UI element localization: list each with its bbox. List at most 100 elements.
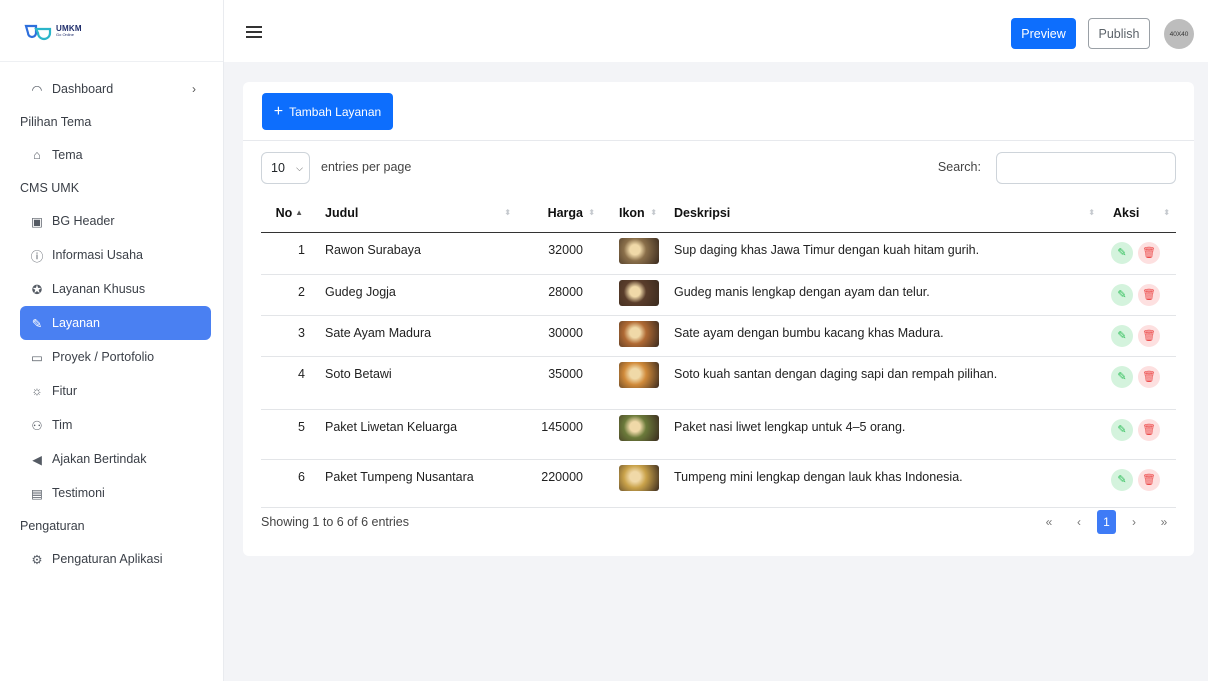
column-header-label: No	[275, 206, 293, 221]
cell-deskripsi: Soto kuah santan dengan daging sapi dan …	[659, 356, 1101, 410]
sidebar-item-ajakan-bertindak[interactable]: ◀ Ajakan Bertindak	[0, 442, 224, 476]
sort-icon: ⬍	[650, 208, 657, 218]
cell-deskripsi: Sate ayam dengan bumbu kacang khas Madur…	[659, 315, 1101, 357]
sort-icon: ⬍	[1163, 208, 1170, 218]
sidebar-item-label: BG Header	[52, 214, 115, 228]
cell-judul: Soto Betawi	[307, 356, 517, 410]
sidebar-item-label: Testimoni	[52, 486, 105, 500]
sidebar-item-fitur[interactable]: ☼ Fitur	[0, 374, 224, 408]
food-image	[619, 361, 659, 388]
table-row: 5 Paket Liwetan Keluarga 145000 Paket nasi …	[261, 409, 1176, 460]
edit-icon[interactable]: ✎	[1111, 241, 1133, 264]
topbar: Preview Publish 40X40	[224, 0, 1208, 62]
sidebar-item-label: Layanan	[52, 316, 100, 330]
cell-no: 4	[261, 356, 307, 410]
cell-no: 2	[261, 274, 307, 316]
column-header-ikon[interactable]: Ikon ⬍	[601, 195, 659, 233]
sidebar-item-bg-header[interactable]: ▣ BG Header	[0, 204, 224, 238]
wrench-icon: ✎	[31, 316, 43, 331]
first-page-icon[interactable]: «	[1037, 510, 1061, 534]
next-page-icon[interactable]: ›	[1122, 510, 1146, 534]
sidebar-item-layanan[interactable]: ✎ Layanan	[20, 306, 211, 340]
sidebar-section-heading: Pilihan Tema	[20, 115, 92, 129]
entries-per-page-select[interactable]: 10 ⌵	[261, 152, 310, 184]
card-header: + Tambah Layanan	[243, 82, 1194, 141]
trash-icon[interactable]: 🗑	[1138, 365, 1160, 388]
trash-icon[interactable]: 🗑	[1138, 324, 1160, 347]
column-header-aksi[interactable]: Aksi ⬍	[1101, 195, 1176, 233]
sidebar-item-label: Ajakan Bertindak	[52, 452, 147, 466]
sidebar-item-proyek-portofolio[interactable]: ▭ Proyek / Portofolio	[0, 340, 224, 374]
cell-deskripsi: Gudeg manis lengkap dengan ayam dan telu…	[659, 274, 1101, 316]
cell-harga: 35000	[517, 356, 601, 410]
entries-per-page-label: entries per page	[321, 160, 412, 174]
cell-deskripsi: Tumpeng mini lengkap dengan lauk khas In…	[659, 459, 1101, 508]
brand-logo[interactable]: UMKM Go Online	[0, 0, 223, 62]
cell-judul: Paket Tumpeng Nusantara	[307, 459, 517, 508]
sidebar-item-informasi-usaha[interactable]: ⓘ Informasi Usaha	[0, 238, 224, 272]
sidebar-item-tim[interactable]: ⚇ Tim	[0, 408, 224, 442]
trash-icon[interactable]: 🗑	[1138, 418, 1160, 441]
column-header-harga[interactable]: Harga ⬍	[517, 195, 601, 233]
preview-button[interactable]: Preview	[1011, 18, 1076, 49]
search-label: Search:	[937, 160, 981, 174]
image-icon: ▣	[31, 214, 43, 229]
sidebar-item-dashboard[interactable]: ◠ Dashboard ›	[0, 72, 224, 106]
star-circle-icon: ✪	[31, 282, 43, 297]
layanan-table: No ▲ Judul ⬍ Harga ⬍ Ikon ⬍ Deskripsi ⬍ Aksi ⬍…	[261, 195, 1176, 508]
column-header-judul[interactable]: Judul ⬍	[307, 195, 517, 233]
edit-icon[interactable]: ✎	[1111, 468, 1133, 491]
table-row: 3 Sate Ayam Madura 30000 Sate ayam dengan b…	[261, 315, 1176, 357]
cell-harga: 28000	[517, 274, 601, 316]
cell-ikon	[601, 459, 659, 508]
trash-icon[interactable]: 🗑	[1138, 241, 1160, 264]
food-image	[619, 320, 659, 347]
menu-toggle-icon[interactable]	[246, 26, 262, 38]
column-header-label: Aksi	[1113, 206, 1140, 221]
sun-icon: ☼	[31, 384, 43, 398]
entries-per-page-value: 10	[271, 161, 285, 175]
avatar[interactable]: 40X40	[1164, 19, 1194, 49]
cell-harga: 30000	[517, 315, 601, 357]
sidebar-item-label: Tema	[52, 148, 83, 162]
prev-page-icon[interactable]: ‹	[1067, 510, 1091, 534]
sidebar-item-label: Layanan Khusus	[52, 282, 146, 296]
edit-icon[interactable]: ✎	[1111, 324, 1133, 347]
brand-sub: Go Online	[56, 31, 75, 37]
sidebar: UMKM Go Online ◠ Dashboard › Pilihan Tema ⌂ T…	[0, 0, 224, 681]
sidebar-nav: ◠ Dashboard › Pilihan Tema ⌂ Tema CMS UMK ▣ BG H…	[0, 72, 224, 576]
table-header-row: No ▲ Judul ⬍ Harga ⬍ Ikon ⬍ Deskripsi ⬍ Aksi ⬍	[261, 195, 1176, 233]
column-header-deskripsi[interactable]: Deskripsi ⬍	[659, 195, 1101, 233]
last-page-icon[interactable]: »	[1152, 510, 1176, 534]
page-1-button[interactable]: 1	[1097, 510, 1116, 534]
sidebar-item-layanan-khusus[interactable]: ✪ Layanan Khusus	[0, 272, 224, 306]
sidebar-item-pengaturan-aplikasi[interactable]: ⚙ Pengaturan Aplikasi	[0, 542, 224, 576]
cell-no: 6	[261, 459, 307, 508]
sidebar-item-testimoni[interactable]: ▤ Testimoni	[0, 476, 224, 510]
chevron-right-icon: ›	[192, 82, 196, 96]
sort-icon: ⬍	[1088, 208, 1095, 218]
sidebar-item-tema[interactable]: ⌂ Tema	[0, 138, 224, 172]
edit-icon[interactable]: ✎	[1111, 365, 1133, 388]
sort-icon: ⬍	[588, 208, 595, 218]
add-layanan-button[interactable]: + Tambah Layanan	[262, 93, 393, 130]
trash-icon[interactable]: 🗑	[1138, 283, 1160, 306]
megaphone-icon: ◀	[32, 452, 42, 467]
cell-harga: 220000	[517, 459, 601, 508]
table-info: Showing 1 to 6 of 6 entries	[261, 515, 410, 529]
cell-aksi: ✎ 🗑	[1101, 315, 1176, 357]
edit-icon[interactable]: ✎	[1111, 418, 1133, 441]
edit-icon[interactable]: ✎	[1111, 283, 1133, 306]
sidebar-item-label: Dashboard	[52, 82, 114, 96]
layanan-card: + Tambah Layanan 10 ⌵ entries per page S…	[243, 82, 1194, 556]
table-row: 4 Soto Betawi 35000 Soto kuah santan dengan…	[261, 356, 1176, 410]
search-input[interactable]	[996, 152, 1176, 184]
publish-button[interactable]: Publish	[1088, 18, 1150, 49]
trash-icon[interactable]: 🗑	[1138, 468, 1160, 491]
cell-deskripsi: Paket nasi liwet lengkap untuk 4–5 orang…	[659, 409, 1101, 460]
briefcase-icon: ▭	[31, 350, 43, 365]
cell-judul: Rawon Surabaya	[307, 232, 517, 275]
cell-judul: Paket Liwetan Keluarga	[307, 409, 517, 460]
column-header-no[interactable]: No ▲	[261, 195, 307, 233]
sidebar-item-label: Tim	[52, 418, 73, 432]
